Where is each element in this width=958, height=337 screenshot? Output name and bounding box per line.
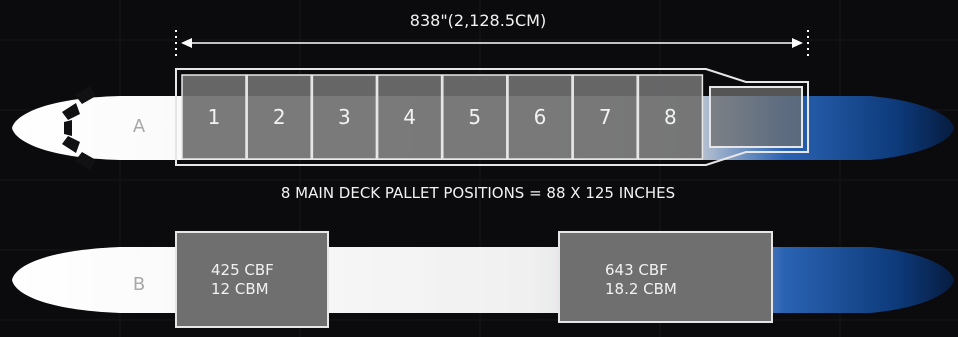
pallet-position-label: 7 [599,105,612,129]
forward-hold-cbm: 12 CBM [211,280,269,298]
pallet-position-label: 2 [273,105,286,129]
deck-a-caption: 8 MAIN DECK PALLET POSITIONS = 88 X 125 … [281,184,675,202]
pallet-position-label: 8 [664,105,677,129]
aft-hold-cbm: 18.2 CBM [605,280,677,298]
dimension-label: 838"(2,128.5CM) [410,11,546,30]
forward-hold: 425 CBF 12 CBM [175,231,329,328]
pallet-position-label: 4 [403,105,416,129]
pallet-position-label: 6 [534,105,547,129]
aft-hold-cbf: 643 CBF [605,261,668,279]
deck-b-label: B [133,274,145,295]
deck-b-fuselage [12,247,954,313]
deck-a-pallet-positions: 1 2 3 4 5 6 7 8 [181,74,704,160]
cargo-diagram: 838"(2,128.5CM) A 1 2 3 4 5 6 7 8 8 MAIN DECK P… [0,0,958,337]
pallet-position-label: 5 [468,105,481,129]
deck-a-label: A [133,116,146,137]
forward-hold-cbf: 425 CBF [211,261,274,279]
aft-hold: 643 CBF 18.2 CBM [558,231,773,323]
length-dimension: 838"(2,128.5CM) [175,11,809,58]
deck-a-aft-container [709,86,803,148]
pallet-position-label: 1 [208,105,221,129]
pallet-position-label: 3 [338,105,351,129]
